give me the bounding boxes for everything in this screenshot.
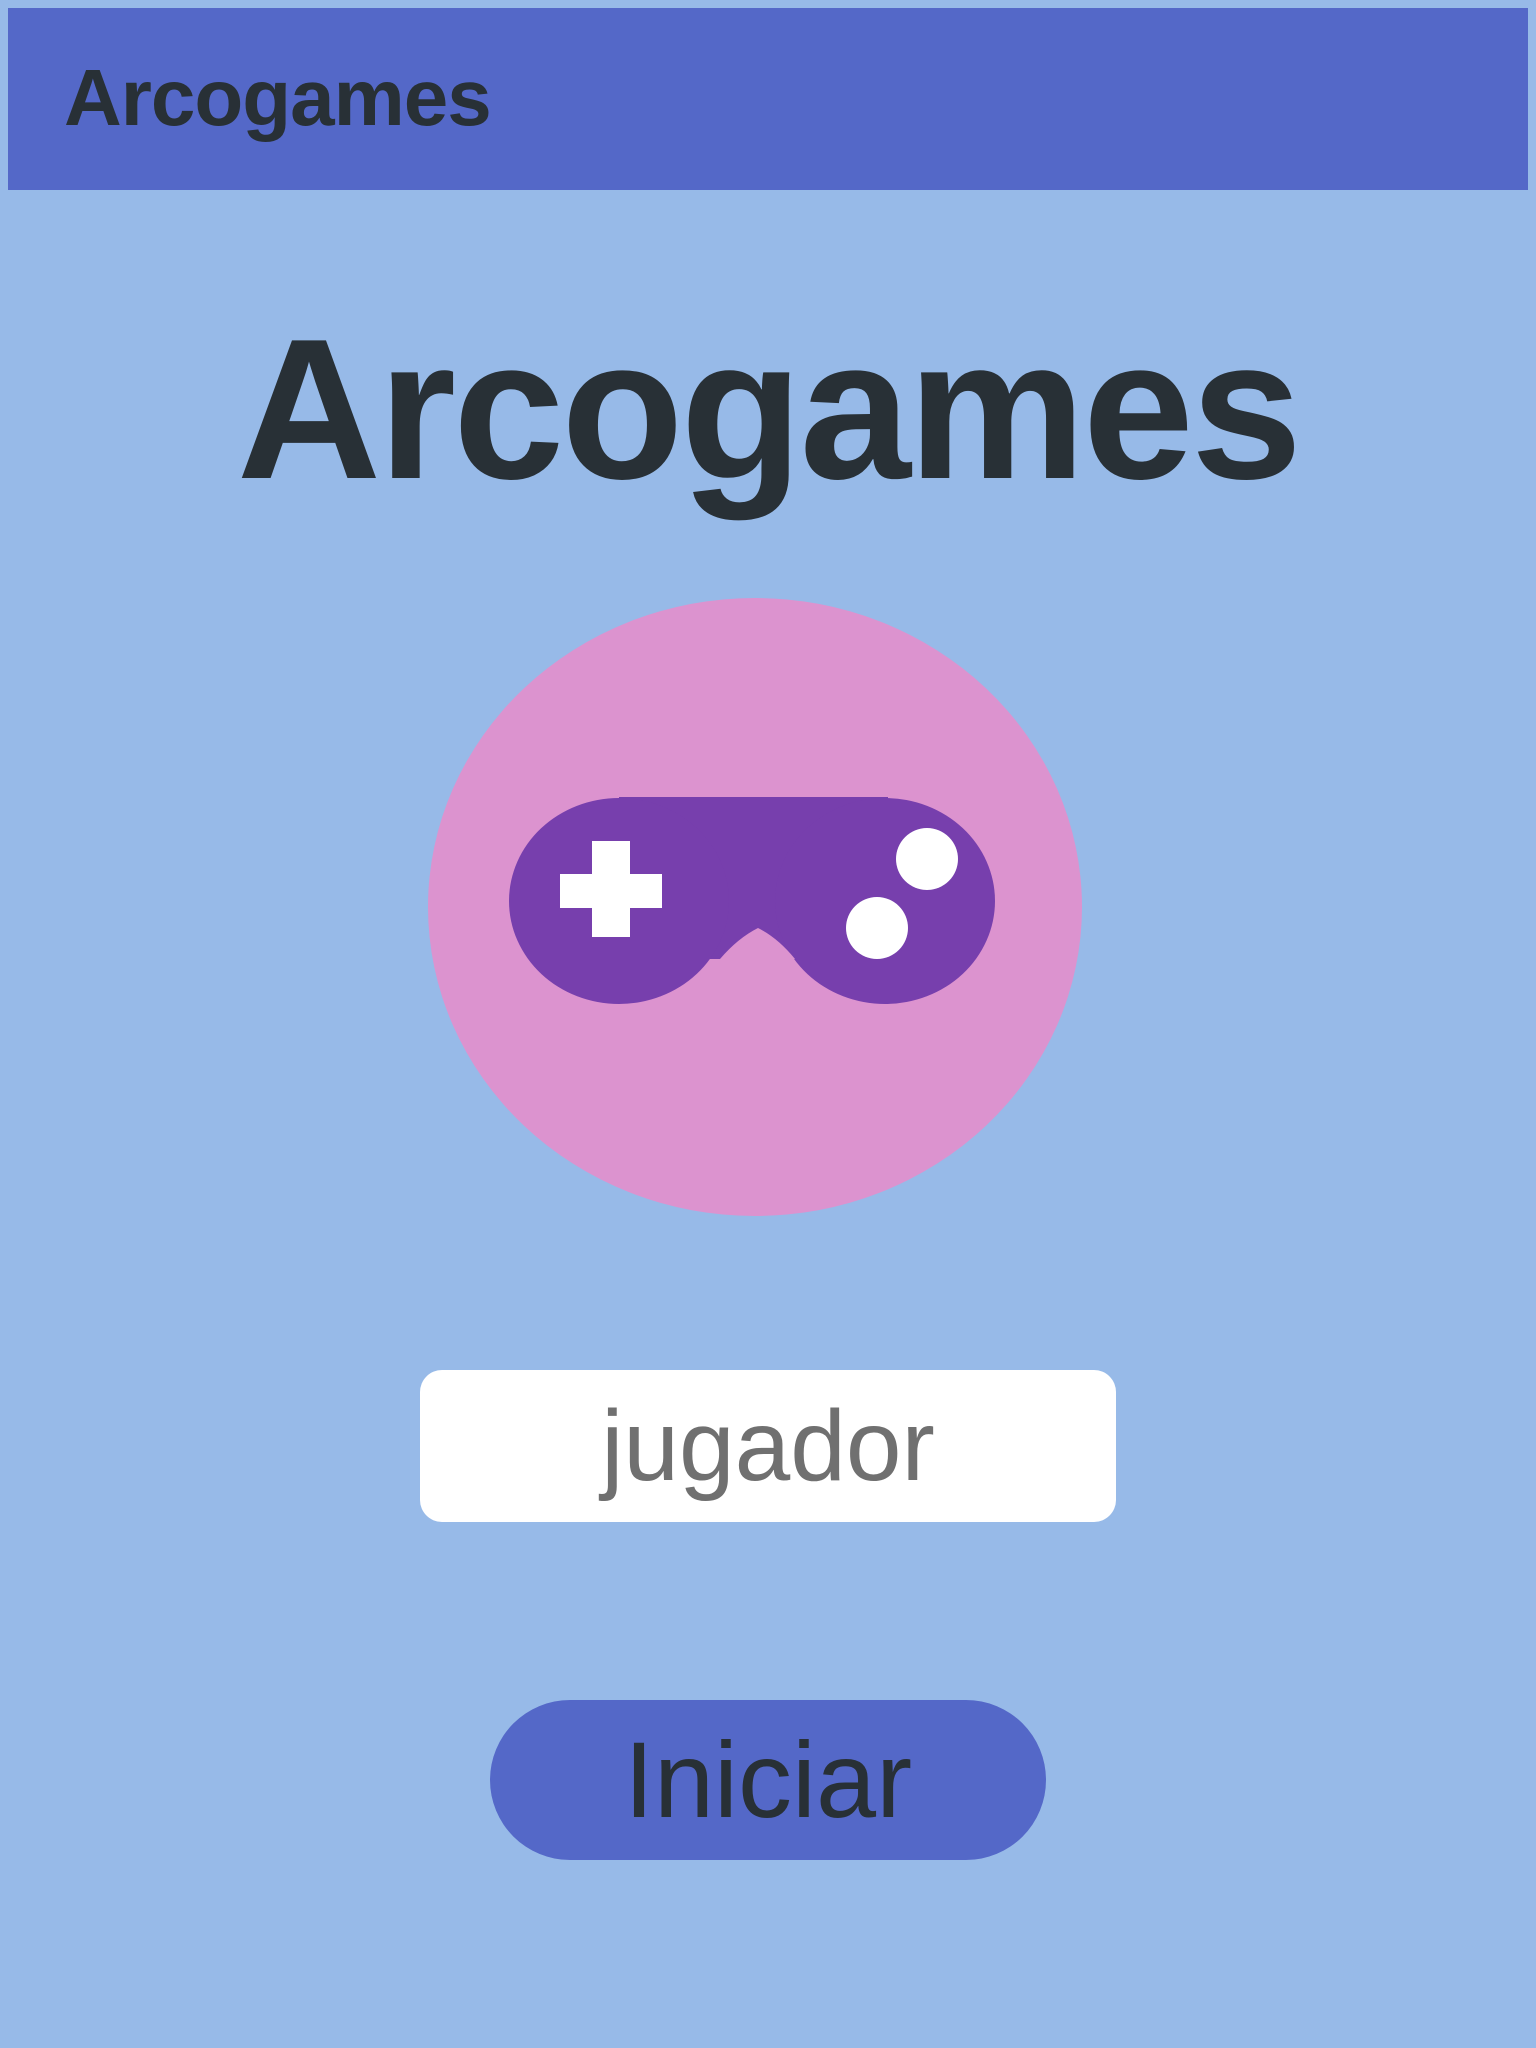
app-bar-title: Arcogames [64,53,492,142]
player-name-input[interactable] [420,1370,1116,1522]
app-bar: Arcogames [8,8,1528,190]
gamepad-icon [509,797,995,1004]
start-button[interactable]: Iniciar [490,1700,1046,1860]
page-title: Arcogames [236,298,1302,521]
logo [428,598,1082,1216]
